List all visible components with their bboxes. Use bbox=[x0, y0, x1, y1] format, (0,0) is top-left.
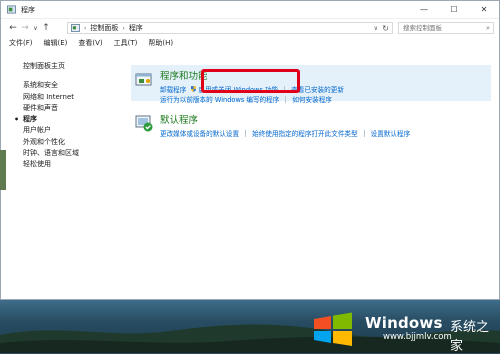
address-dropdown-icon[interactable]: ∨ bbox=[374, 25, 378, 32]
programs-icon bbox=[135, 73, 152, 86]
control-panel-app-icon bbox=[7, 5, 16, 14]
forward-arrow-icon[interactable]: → bbox=[19, 23, 31, 33]
close-button[interactable]: ✕ bbox=[469, 1, 499, 18]
title-bar: 程序 — ☐ ✕ bbox=[1, 1, 499, 19]
sidebar: 控制面板主页 系统和安全 网络和 Internet 硬件和声音 程序 用户帐户 … bbox=[14, 61, 123, 171]
control-panel-window: 程序 — ☐ ✕ ← → ∨ ↑ › 控制面板 › 程序 ∨ ↻ ⌕ 文件 bbox=[0, 0, 500, 300]
default-programs-title[interactable]: 默认程序 bbox=[160, 112, 410, 126]
sidebar-item-appearance[interactable]: 外观和个性化 bbox=[23, 137, 123, 148]
refresh-icon[interactable]: ↻ bbox=[382, 24, 389, 33]
set-default-programs-link[interactable]: 设置默认程序 bbox=[371, 128, 411, 138]
how-to-install-link[interactable]: 如何安装程序 bbox=[292, 94, 332, 104]
address-bar: ← → ∨ ↑ › 控制面板 › 程序 ∨ ↻ ⌕ bbox=[1, 19, 499, 37]
uninstall-program-link[interactable]: 卸载程序 bbox=[160, 84, 186, 94]
link-divider bbox=[285, 95, 287, 103]
programs-features-group: 程序和功能 卸载程序 启用或关闭 Windows 功能 查看已安装的更新 运行为… bbox=[131, 65, 491, 104]
highlight-annotation-box bbox=[201, 69, 300, 93]
desktop-edge-strip bbox=[0, 150, 6, 190]
menu-tools[interactable]: 工具(T) bbox=[114, 38, 138, 48]
sidebar-control-panel-home[interactable]: 控制面板主页 bbox=[23, 61, 123, 72]
link-divider bbox=[245, 129, 247, 137]
control-panel-path-icon bbox=[71, 24, 80, 32]
breadcrumb[interactable]: › 控制面板 › 程序 ∨ ↻ bbox=[67, 22, 393, 34]
minimize-button[interactable]: — bbox=[409, 1, 439, 18]
up-arrow-icon[interactable]: ↑ bbox=[40, 23, 52, 33]
sidebar-item-programs: 程序 bbox=[14, 114, 123, 126]
window-controls: — ☐ ✕ bbox=[409, 1, 499, 18]
watermark-brand: Windows bbox=[365, 314, 443, 332]
recent-locations-chevron-icon[interactable]: ∨ bbox=[31, 25, 40, 32]
default-programs-group: 默认程序 更改媒体或设备的默认设置 始终使用指定的程序打开此文件类型 设置默认程… bbox=[131, 109, 491, 138]
sidebar-item-network-internet[interactable]: 网络和 Internet bbox=[23, 92, 123, 103]
link-divider bbox=[363, 129, 365, 137]
windows-logo-icon bbox=[314, 312, 352, 346]
search-input[interactable] bbox=[403, 24, 483, 32]
menu-bar: 文件(F) 编辑(E) 查看(V) 工具(T) 帮助(H) bbox=[1, 37, 499, 49]
watermark-site-name: 系统之家 bbox=[450, 320, 490, 354]
breadcrumb-programs[interactable]: 程序 bbox=[129, 23, 143, 33]
breadcrumb-control-panel[interactable]: 控制面板 bbox=[90, 23, 118, 33]
search-box[interactable]: ⌕ bbox=[398, 22, 494, 34]
watermark-url: www.bjjmlv.com bbox=[383, 332, 452, 342]
breadcrumb-separator: › bbox=[84, 24, 87, 32]
menu-help[interactable]: 帮助(H) bbox=[148, 38, 173, 48]
window-title: 程序 bbox=[21, 5, 35, 14]
sidebar-item-ease-of-access[interactable]: 轻松使用 bbox=[23, 159, 123, 170]
sidebar-item-system-security[interactable]: 系统和安全 bbox=[23, 80, 123, 91]
breadcrumb-separator: › bbox=[122, 24, 125, 32]
sidebar-item-user-accounts[interactable]: 用户帐户 bbox=[23, 125, 123, 136]
menu-edit[interactable]: 编辑(E) bbox=[44, 38, 68, 48]
search-icon[interactable]: ⌕ bbox=[486, 24, 490, 33]
sidebar-item-hardware-sound[interactable]: 硬件和声音 bbox=[23, 103, 123, 114]
content-area: 程序和功能 卸载程序 启用或关闭 Windows 功能 查看已安装的更新 运行为… bbox=[131, 65, 491, 138]
sidebar-item-clock-region[interactable]: 时钟、语言和区域 bbox=[23, 148, 123, 159]
open-file-type-link[interactable]: 始终使用指定的程序打开此文件类型 bbox=[252, 128, 358, 138]
change-media-defaults-link[interactable]: 更改媒体或设备的默认设置 bbox=[160, 128, 239, 138]
run-older-programs-link[interactable]: 运行为以前版本的 Windows 编写的程序 bbox=[160, 94, 279, 104]
menu-view[interactable]: 查看(V) bbox=[78, 38, 102, 48]
default-programs-icon bbox=[135, 115, 153, 132]
menu-file[interactable]: 文件(F) bbox=[9, 38, 33, 48]
maximize-button[interactable]: ☐ bbox=[439, 1, 469, 18]
back-arrow-icon[interactable]: ← bbox=[7, 23, 19, 33]
uac-shield-icon bbox=[191, 86, 197, 92]
